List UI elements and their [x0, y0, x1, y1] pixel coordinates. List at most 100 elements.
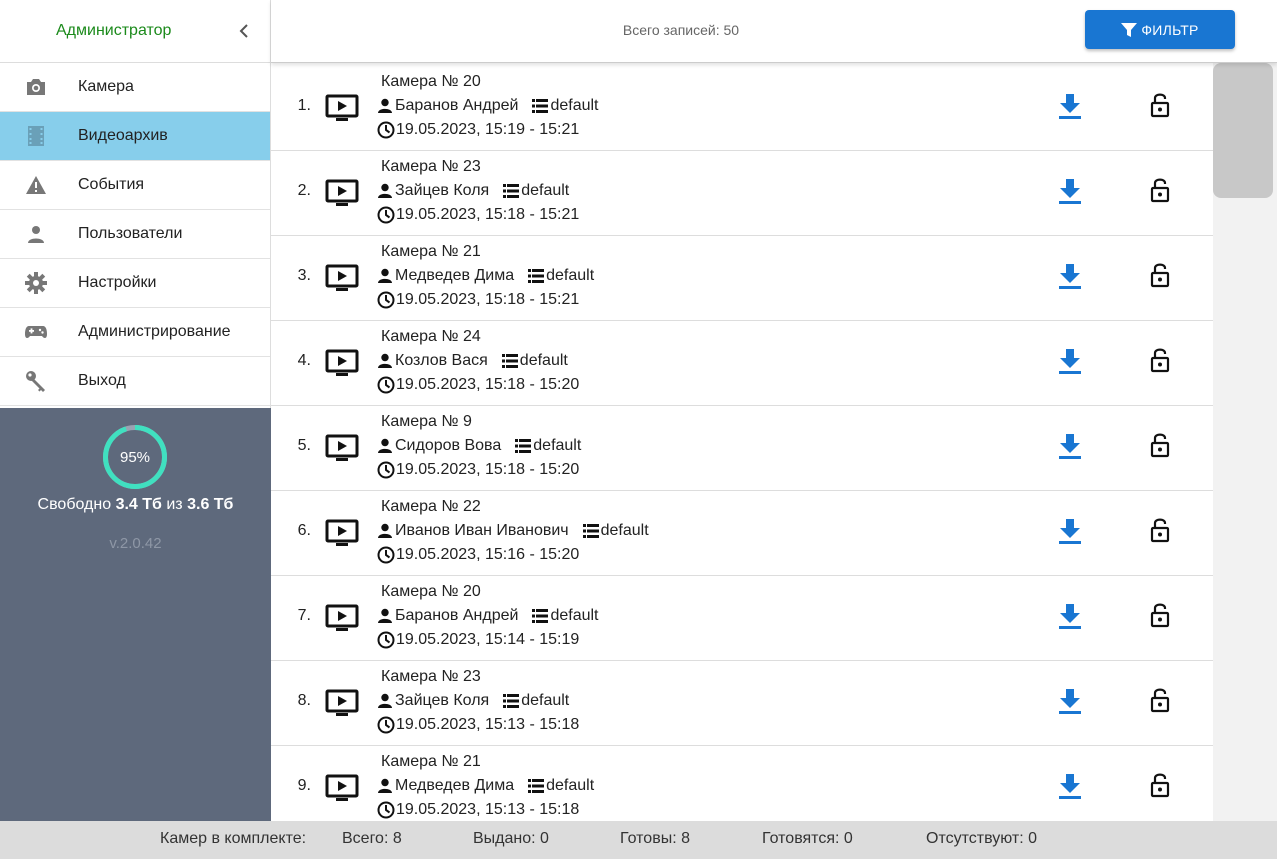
record-user: Баранов Андрей — [395, 97, 519, 114]
camera-icon — [24, 75, 48, 99]
lock-open-icon[interactable] — [1149, 602, 1171, 628]
table-row: 2. Камера № 23 Зайцев Коля default 19.05… — [271, 151, 1213, 236]
funnel-icon — [1121, 22, 1138, 37]
record-user: Зайцев Коля — [395, 692, 490, 709]
person-icon — [377, 353, 393, 369]
list-icon — [528, 779, 545, 793]
record-camera: Камера № 21 — [381, 753, 481, 770]
record-time-line: 19.05.2023, 15:13 - 15:18 — [377, 716, 579, 734]
play-video-icon[interactable] — [325, 604, 359, 632]
record-time: 19.05.2023, 15:19 - 15:21 — [396, 121, 580, 138]
download-icon[interactable] — [1058, 603, 1082, 629]
record-camera: Камера № 23 — [381, 158, 481, 175]
records-list: 1. Камера № 20 Баранов Андрей default 19… — [271, 66, 1213, 821]
record-number: 2. — [297, 182, 311, 199]
sidebar-item-videoarchive[interactable]: Видеоархив — [0, 112, 270, 161]
record-camera: Камера № 20 — [381, 583, 481, 600]
gamepad-icon — [24, 320, 48, 344]
sidebar-item-camera[interactable]: Камера — [0, 63, 270, 112]
list-icon — [528, 269, 545, 283]
download-icon[interactable] — [1058, 93, 1082, 119]
record-number: 8. — [297, 692, 311, 709]
sidebar-item-label: Пользователи — [78, 225, 183, 242]
clock-icon — [377, 461, 395, 479]
download-icon[interactable] — [1058, 178, 1082, 204]
play-video-icon[interactable] — [325, 349, 359, 377]
download-icon[interactable] — [1058, 518, 1082, 544]
filter-button[interactable]: ФИЛЬТР — [1085, 10, 1235, 49]
table-row: 1. Камера № 20 Баранов Андрей default 19… — [271, 66, 1213, 151]
record-group: default — [519, 352, 568, 369]
list-icon — [503, 184, 520, 198]
records-total: Всего записей: 50 — [622, 22, 740, 38]
clock-icon — [377, 801, 395, 819]
sidebar-item-settings[interactable]: Настройки — [0, 259, 270, 308]
sidebar-item-events[interactable]: События — [0, 161, 270, 210]
play-video-icon[interactable] — [325, 434, 359, 462]
list-icon — [582, 524, 599, 538]
record-number: 6. — [297, 522, 311, 539]
record-time-line: 19.05.2023, 15:18 - 15:21 — [377, 291, 579, 309]
table-row: 4. Камера № 24 Козлов Вася default 19.05… — [271, 321, 1213, 406]
record-meta: Баранов Андрей default — [377, 97, 599, 115]
camera-stats-footer: Камер в комплекте: Всего: 8 Выдано: 0 Го… — [0, 821, 1277, 859]
list-icon — [503, 694, 520, 708]
lock-open-icon[interactable] — [1149, 687, 1171, 713]
download-icon[interactable] — [1058, 263, 1082, 289]
record-user: Баранов Андрей — [395, 607, 519, 624]
record-camera: Камера № 24 — [381, 328, 481, 345]
record-camera: Камера № 23 — [381, 668, 481, 685]
record-time: 19.05.2023, 15:14 - 15:19 — [396, 631, 580, 648]
sidebar: Администратор Камера Видеоархив События — [0, 0, 271, 821]
play-video-icon[interactable] — [325, 179, 359, 207]
download-icon[interactable] — [1058, 348, 1082, 374]
record-number: 9. — [297, 777, 311, 794]
record-number: 5. — [297, 437, 311, 454]
storage-free-text: Свободно 3.4 Тб из 3.6 Тб — [0, 496, 271, 514]
record-time: 19.05.2023, 15:18 - 15:20 — [396, 461, 580, 478]
lock-open-icon[interactable] — [1149, 347, 1171, 373]
download-icon[interactable] — [1058, 773, 1082, 799]
record-time-line: 19.05.2023, 15:13 - 15:18 — [377, 801, 579, 819]
download-icon[interactable] — [1058, 688, 1082, 714]
sidebar-item-administration[interactable]: Администрирование — [0, 308, 270, 357]
clock-icon — [377, 376, 395, 394]
clock-icon — [377, 291, 395, 309]
clock-icon — [377, 631, 395, 649]
lock-open-icon[interactable] — [1149, 92, 1171, 118]
record-time-line: 19.05.2023, 15:14 - 15:19 — [377, 631, 579, 649]
record-group: default — [521, 182, 570, 199]
lock-open-icon[interactable] — [1149, 772, 1171, 798]
sidebar-item-label: Выход — [78, 372, 126, 389]
download-icon[interactable] — [1058, 433, 1082, 459]
record-number: 4. — [297, 352, 311, 369]
play-video-icon[interactable] — [325, 774, 359, 802]
sidebar-item-logout[interactable]: Выход — [0, 357, 270, 406]
sidebar-item-label: Настройки — [78, 274, 157, 291]
sidebar-item-users[interactable]: Пользователи — [0, 210, 270, 259]
person-icon — [377, 778, 393, 794]
play-video-icon[interactable] — [325, 519, 359, 547]
table-row: 8. Камера № 23 Зайцев Коля default 19.05… — [271, 661, 1213, 746]
lock-open-icon[interactable] — [1149, 517, 1171, 543]
storage-free-prefix: Свободно — [37, 496, 112, 513]
footer-issued: Выдано: 0 — [473, 830, 549, 847]
list-icon — [532, 99, 549, 113]
footer-label: Камер в комплекте: — [160, 830, 307, 847]
scrollbar-thumb[interactable] — [1213, 63, 1273, 198]
play-video-icon[interactable] — [325, 689, 359, 717]
record-meta: Медведев Дима default — [377, 267, 594, 285]
clock-icon — [377, 546, 395, 564]
record-group: default — [521, 692, 570, 709]
lock-open-icon[interactable] — [1149, 177, 1171, 203]
lock-open-icon[interactable] — [1149, 262, 1171, 288]
sidebar-item-label: Камера — [78, 78, 134, 95]
play-video-icon[interactable] — [325, 264, 359, 292]
play-video-icon[interactable] — [325, 94, 359, 122]
person-icon — [377, 693, 393, 709]
record-group: default — [533, 437, 582, 454]
collapse-sidebar-button[interactable] — [234, 21, 254, 41]
table-row: 5. Камера № 9 Сидоров Вова default 19.05… — [271, 406, 1213, 491]
storage-panel: 95% Свободно 3.4 Тб из 3.6 Тб v.2.0.42 — [0, 408, 271, 821]
lock-open-icon[interactable] — [1149, 432, 1171, 458]
